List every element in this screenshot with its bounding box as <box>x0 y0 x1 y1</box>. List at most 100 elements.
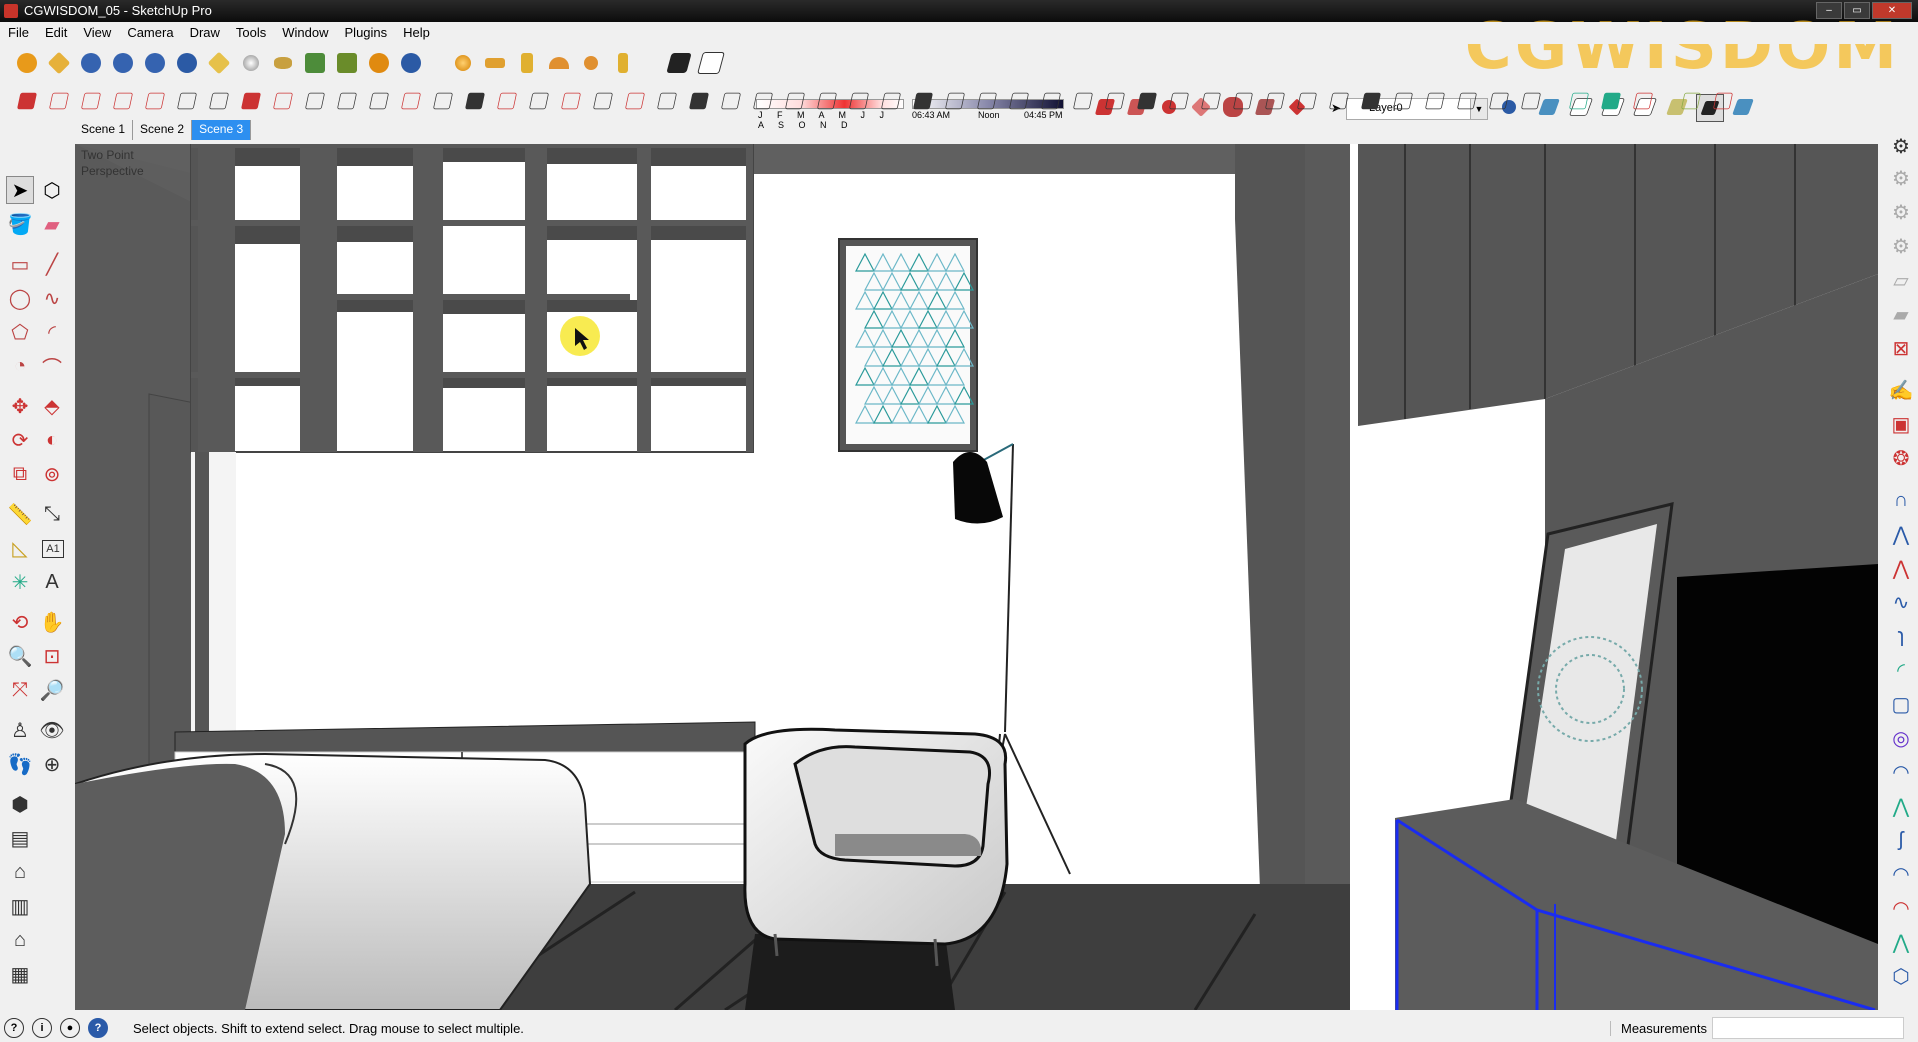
r-plugin-icon[interactable] <box>78 50 104 76</box>
flip-edge-icon[interactable] <box>142 88 168 114</box>
tube2-icon[interactable] <box>1518 88 1544 114</box>
make-component-icon[interactable]: ⬡ <box>38 176 66 204</box>
ball-icon[interactable] <box>578 50 604 76</box>
move-tool-icon[interactable]: ✥ <box>6 392 34 420</box>
zigzag-green-icon[interactable]: ⋀ <box>1887 792 1915 820</box>
grass-icon[interactable] <box>1294 88 1320 114</box>
sphere-icon[interactable] <box>238 50 264 76</box>
fence-icon[interactable] <box>1230 88 1256 114</box>
curve-zigzag-icon[interactable]: ⋀ <box>1887 520 1915 548</box>
lathe-icon[interactable] <box>1134 88 1160 114</box>
view-back-icon[interactable]: ⌂ <box>6 926 34 954</box>
protractor-icon[interactable]: ◺ <box>6 534 34 562</box>
orange-sphere-icon[interactable] <box>450 50 476 76</box>
help-icon[interactable]: ? <box>88 1018 108 1038</box>
geo-location-icon[interactable]: ? <box>4 1018 24 1038</box>
tab-scene-3[interactable]: Scene 3 <box>192 120 252 140</box>
position-camera-icon[interactable]: ♙ <box>6 716 34 744</box>
cube-icon[interactable] <box>1598 88 1624 114</box>
freehand-tool-icon[interactable]: ∿ <box>38 284 66 312</box>
join-push-icon[interactable] <box>270 88 296 114</box>
stair-icon[interactable] <box>1102 88 1128 114</box>
spiral-icon[interactable]: ◎ <box>1887 724 1915 752</box>
weld-icon[interactable] <box>782 88 808 114</box>
menu-plugins[interactable]: Plugins <box>337 22 396 44</box>
zoom-extents-icon[interactable]: ⤧ <box>6 676 34 704</box>
platform-icon[interactable] <box>482 50 508 76</box>
3d-text-icon[interactable]: A <box>38 568 66 596</box>
select-tool-icon[interactable]: ➤ <box>6 176 34 204</box>
orbit-tool-icon[interactable]: ⟲ <box>6 608 34 636</box>
smoove-icon[interactable] <box>46 88 72 114</box>
shape-bender-icon[interactable] <box>750 88 776 114</box>
push-pull-icon[interactable]: ⬘ <box>38 392 66 420</box>
tube-icon[interactable] <box>494 88 520 114</box>
dimension-tool-icon[interactable]: ⤡ <box>38 500 66 528</box>
circle-tool-icon[interactable]: ◯ <box>6 284 34 312</box>
curve-arc-icon[interactable]: ∩ <box>1887 486 1915 514</box>
br-plugin-icon[interactable] <box>142 50 168 76</box>
eraser-icon[interactable]: ▰ <box>38 210 66 238</box>
soap-icon[interactable] <box>718 88 744 114</box>
view-right-icon[interactable]: ▥ <box>6 892 34 920</box>
rect-shape-icon[interactable]: ▢ <box>1887 690 1915 718</box>
target-icon[interactable] <box>366 50 392 76</box>
offset-tool-icon[interactable]: ⊚ <box>38 460 66 488</box>
question-icon[interactable] <box>174 50 200 76</box>
arc-tool-icon[interactable]: ◜ <box>38 318 66 346</box>
hatch2-icon[interactable] <box>1358 88 1384 114</box>
flame-icon[interactable] <box>1710 88 1736 114</box>
mirror-icon[interactable] <box>942 88 968 114</box>
plugin-sheet2-icon[interactable]: ▰ <box>1887 300 1915 328</box>
view-iso-icon[interactable]: ⬢ <box>6 790 34 818</box>
menu-window[interactable]: Window <box>274 22 336 44</box>
extrude-line-icon[interactable] <box>558 88 584 114</box>
menu-draw[interactable]: Draw <box>182 22 228 44</box>
chamfer-icon[interactable] <box>334 88 360 114</box>
sandbox-grid-icon[interactable] <box>174 88 200 114</box>
grid2-icon[interactable] <box>1486 88 1512 114</box>
scale-tool-icon[interactable]: ⧉ <box>6 460 34 488</box>
skin-icon[interactable] <box>622 88 648 114</box>
stamp-icon[interactable] <box>14 88 40 114</box>
user-account-icon[interactable]: ● <box>60 1018 80 1038</box>
plugin-sheet-icon[interactable]: ▱ <box>1887 266 1915 294</box>
flower-icon[interactable] <box>1678 88 1704 114</box>
offset-icon[interactable] <box>974 88 1000 114</box>
hatch3-icon[interactable] <box>1454 88 1480 114</box>
curve-wave-icon[interactable]: ∿ <box>1887 588 1915 616</box>
axes-tool-icon[interactable]: ✳ <box>6 568 34 596</box>
tag-icon[interactable] <box>46 50 72 76</box>
section-plane-tool-icon[interactable]: ⊕ <box>38 750 66 778</box>
curve-red-icon[interactable]: ⋀ <box>1887 554 1915 582</box>
path-copy-icon[interactable] <box>1070 88 1096 114</box>
shape-outline-icon[interactable]: ⬡ <box>1887 962 1915 990</box>
film-reel-icon[interactable]: ⚙ <box>1887 132 1915 160</box>
measurements-input[interactable] <box>1712 1017 1904 1039</box>
fringe-icon[interactable] <box>1390 88 1416 114</box>
tree-icon[interactable] <box>302 50 328 76</box>
fillet-icon[interactable] <box>366 88 392 114</box>
pie-tool-icon[interactable]: ◔ <box>6 352 34 380</box>
fog-icon[interactable] <box>697 50 725 76</box>
line-join-icon[interactable] <box>398 88 424 114</box>
ladder-icon[interactable] <box>1038 88 1064 114</box>
menu-camera[interactable]: Camera <box>119 22 181 44</box>
text-tool-icon[interactable]: A1 <box>42 540 64 558</box>
look-around-icon[interactable]: 👁 <box>38 716 66 744</box>
arc-red-icon[interactable]: ◠ <box>1887 894 1915 922</box>
flag-icon[interactable] <box>514 50 540 76</box>
view-left-icon[interactable]: ▦ <box>6 960 34 988</box>
plugin-red-icon[interactable]: ⊠ <box>1887 334 1915 362</box>
extrude-edge-icon[interactable] <box>526 88 552 114</box>
plugin-book-icon[interactable]: ▣ <box>1887 410 1915 438</box>
tree-alt-icon[interactable] <box>334 50 360 76</box>
tab-scene-1[interactable]: Scene 1 <box>74 120 134 140</box>
wall-icon[interactable] <box>1262 88 1288 114</box>
curve-green-icon[interactable]: ◜ <box>1887 656 1915 684</box>
view-top-icon[interactable]: ▤ <box>6 824 34 852</box>
dome-icon[interactable] <box>546 50 572 76</box>
pin-icon[interactable] <box>610 50 636 76</box>
view-front-icon[interactable]: ⌂ <box>6 858 34 886</box>
model-viewport[interactable]: Two Point Perspective <box>75 144 1878 1010</box>
